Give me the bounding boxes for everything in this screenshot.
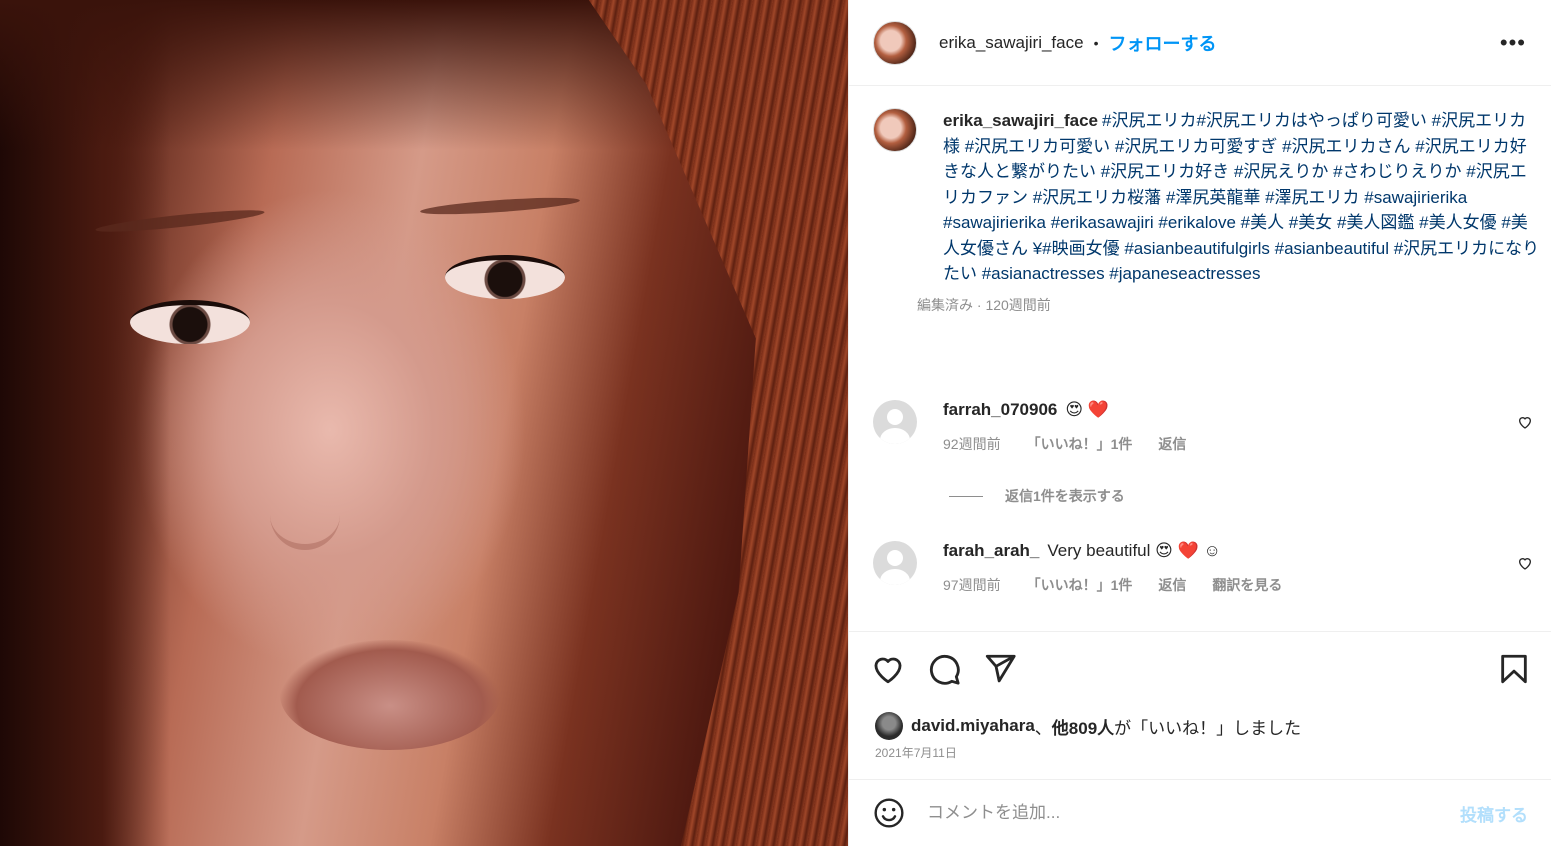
default-avatar-icon[interactable] [873,400,917,444]
caption-avatar[interactable] [873,108,917,152]
comment-time[interactable]: 97週間前 [943,575,1001,595]
caption: erika_sawajiri_face #沢尻エリカ#沢尻エリカはやっぱり可愛い … [873,108,1541,315]
view-replies-button[interactable]: 返信1件を表示する [949,486,1125,506]
comment-input[interactable] [927,803,1427,823]
photo-eye-right [445,255,565,299]
avatar[interactable] [873,20,917,65]
follow-button[interactable]: フォローする [1108,30,1216,56]
translate-button[interactable]: 翻訳を見る [1212,575,1282,595]
caption-username[interactable]: erika_sawajiri_face [943,111,1098,130]
likes-count[interactable]: 他809人 [1052,714,1114,739]
bookmark-icon[interactable] [1497,652,1531,686]
comment-time[interactable]: 92週間前 [943,434,1001,454]
comment-username[interactable]: farrah_070906 [943,400,1057,419]
likes-separator: 、 [1034,718,1052,738]
more-options-icon[interactable]: ••• [1500,30,1526,56]
photo-nose [270,460,340,550]
add-comment-bar: 投稿する [849,779,1551,846]
action-bar: david.miyahara 、 他809人 が「いいね！」しました 2021年… [849,631,1551,779]
likes-suffix: が「いいね！」しました [1114,718,1302,738]
post-header: erika_sawajiri_face • フォローする ••• [849,0,1551,86]
comment-like-heart-icon[interactable] [1517,555,1533,571]
likes-summary: david.miyahara 、 他809人 が「いいね！」しました [875,712,1301,740]
comment-1: farrah_070906 😍 ❤️ 92週間前 「いいね！」1件 返信 [873,400,1533,454]
comment-likes[interactable]: 「いいね！」1件 [1027,575,1133,595]
liker-username[interactable]: david.miyahara [911,716,1035,736]
caption-meta: 編集済み · 120週間前 [917,296,1051,313]
caption-text-block: erika_sawajiri_face #沢尻エリカ#沢尻エリカはやっぱり可愛い … [943,108,1541,287]
default-avatar-icon[interactable] [873,541,917,585]
photo-brow-right [419,194,581,218]
post-comment-button[interactable]: 投稿する [1460,801,1528,826]
reply-button[interactable]: 返信 [1158,434,1186,454]
post-date[interactable]: 2021年7月11日 [875,744,957,761]
comment-text: Very beautiful 😍 ❤️ ☺ [1047,541,1221,560]
comment-like-heart-icon[interactable] [1517,414,1533,430]
comment-icon[interactable] [927,652,961,686]
liker-avatar[interactable] [875,712,903,740]
photo-eye-left [130,300,250,344]
photo-lips [280,640,500,750]
comment-username[interactable]: farah_arah_ [943,541,1039,560]
header-username[interactable]: erika_sawajiri_face [939,33,1084,53]
smiley-icon[interactable] [873,797,905,829]
replies-divider [949,495,983,497]
reply-button[interactable]: 返信 [1158,575,1186,595]
post-sidebar: erika_sawajiri_face • フォローする ••• erika_s… [848,0,1551,846]
separator-dot: • [1093,34,1099,51]
caption-hashtags[interactable]: #沢尻エリカ#沢尻エリカはやっぱり可愛い #沢尻エリカ様 #沢尻エリカ可愛い #… [943,111,1539,283]
comment-2: farah_arah_ Very beautiful 😍 ❤️ ☺ 97週間前 「… [873,541,1533,595]
view-replies-label: 返信1件を表示する [1005,488,1125,504]
send-icon[interactable] [983,652,1017,686]
post-photo[interactable] [0,0,848,846]
post-dialog: erika_sawajiri_face • フォローする ••• erika_s… [0,0,1551,846]
comment-text: 😍 ❤️ [1065,400,1109,419]
comments-area[interactable]: erika_sawajiri_face #沢尻エリカ#沢尻エリカはやっぱり可愛い … [849,86,1551,631]
heart-icon[interactable] [871,652,905,686]
comment-likes[interactable]: 「いいね！」1件 [1027,434,1133,454]
